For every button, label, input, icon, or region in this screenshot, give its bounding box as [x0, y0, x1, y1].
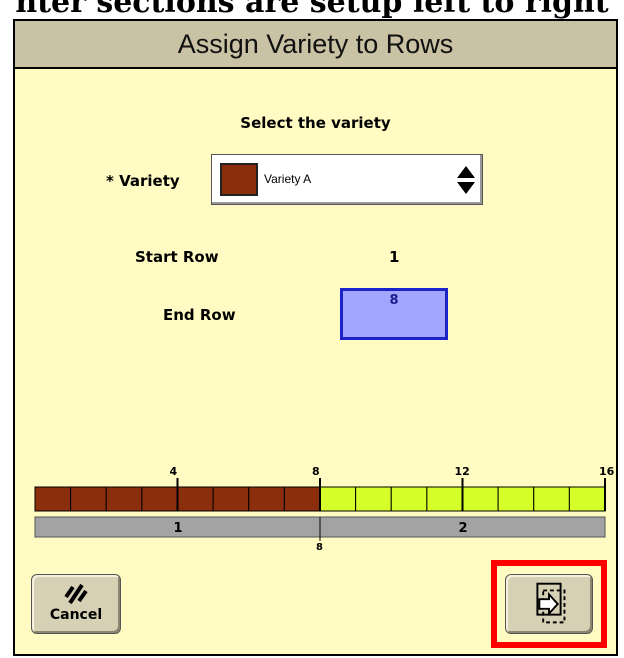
start-row-value: 1 [389, 248, 400, 266]
row-tick-label: 16 [599, 465, 615, 478]
row-cell [141, 486, 178, 512]
variety-select[interactable]: Variety A [211, 154, 483, 205]
dialog-window: Assign Variety to Rows Select the variet… [13, 19, 618, 656]
cancel-slash-icon [64, 583, 88, 605]
row-cell [212, 486, 250, 512]
row-cell [390, 486, 428, 512]
cancel-button[interactable]: Cancel [31, 574, 121, 634]
spinner-arrows-icon[interactable] [456, 164, 476, 196]
section-split-label: 8 [316, 542, 323, 553]
row-cell [70, 486, 107, 512]
row-cell [568, 486, 606, 512]
next-page-icon [536, 582, 566, 624]
page-caption: nter sections are setup left to right [15, 0, 609, 20]
row-tick-label: 8 [312, 465, 320, 478]
row-cell [34, 486, 72, 512]
row-cell [533, 486, 570, 512]
start-row-label: Start Row [135, 248, 219, 266]
row-cell [105, 486, 143, 512]
row-assignment-map: 4 8 12 161 28 [34, 465, 615, 553]
row-cell [462, 486, 499, 512]
end-row-input[interactable]: 8 [340, 288, 448, 340]
row-cell [497, 486, 535, 512]
row-cell [355, 486, 392, 512]
row-cell [283, 486, 321, 512]
row-cell [319, 486, 357, 512]
variety-prompt: Select the variety [240, 114, 391, 132]
end-row-label: End Row [163, 306, 236, 324]
variety-value: Variety A [264, 172, 312, 186]
variety-label: * Variety [106, 172, 180, 190]
section-label: 1 [174, 521, 183, 536]
row-tick-label: 12 [455, 465, 470, 478]
next-button[interactable] [505, 574, 593, 634]
window-title: Assign Variety to Rows [15, 21, 616, 69]
row-cell [248, 486, 285, 512]
section-label: 2 [459, 521, 468, 536]
row-tick-label: 4 [170, 465, 178, 478]
variety-color-swatch [220, 163, 258, 196]
next-button-highlight [491, 560, 607, 648]
cancel-label: Cancel [49, 607, 103, 623]
row-cell [426, 486, 463, 512]
row-cell [177, 486, 214, 512]
